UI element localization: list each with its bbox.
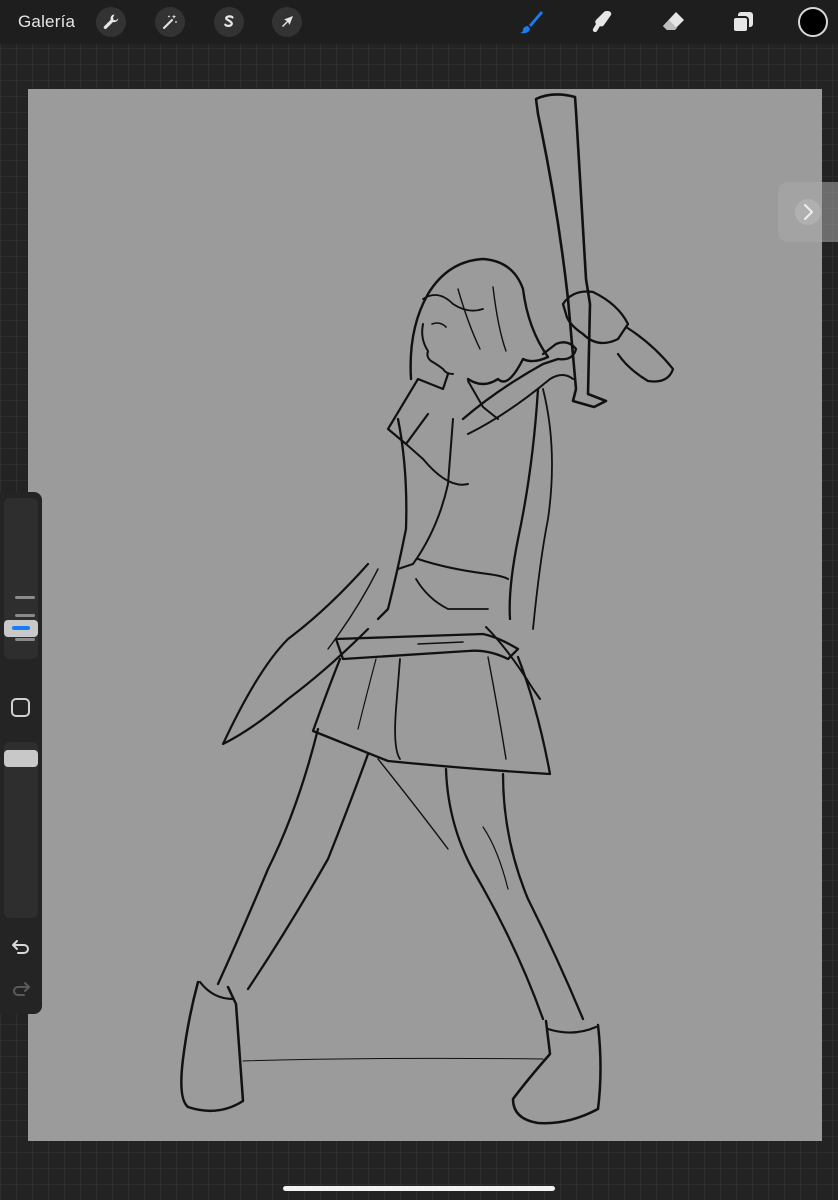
jacket-right — [508, 387, 540, 621]
selection-button[interactable] — [214, 7, 244, 37]
leg-left — [216, 727, 320, 986]
skirt — [311, 655, 552, 776]
smudge-button[interactable] — [586, 6, 618, 38]
sketch-artwork — [180, 93, 675, 1125]
boot-left — [180, 980, 245, 1113]
brush-size-thumb[interactable] — [4, 620, 38, 637]
redo-button[interactable] — [9, 976, 33, 1000]
magic-wand-icon — [163, 14, 177, 29]
undo-button[interactable] — [9, 934, 33, 958]
eraser-button[interactable] — [657, 6, 689, 38]
layers-button[interactable] — [727, 6, 759, 38]
brush-opacity-slider[interactable] — [4, 742, 38, 918]
hair-outline — [409, 257, 550, 386]
boot-right — [511, 1019, 602, 1125]
size-tick — [15, 596, 35, 599]
jacket-left — [376, 417, 408, 621]
side-panel-handle[interactable] — [778, 182, 838, 242]
brush-button[interactable] — [515, 6, 547, 38]
belt — [334, 632, 520, 661]
arrow-cursor-icon — [282, 16, 293, 27]
size-tick — [15, 638, 35, 641]
face-profile — [421, 323, 454, 375]
ground-line — [242, 1057, 544, 1062]
redo-arrow-icon — [13, 982, 30, 996]
color-picker-button[interactable] — [798, 7, 828, 37]
undo-arrow-icon — [12, 940, 29, 954]
eraser-icon — [663, 12, 684, 30]
drawing-canvas[interactable] — [28, 89, 822, 1141]
modify-button[interactable] — [11, 698, 30, 717]
chevron-right-icon — [795, 199, 821, 225]
leg-right — [444, 767, 545, 1021]
hands — [561, 290, 630, 345]
layers-icon — [732, 12, 753, 33]
size-tick — [15, 614, 35, 617]
selection-s-icon — [224, 15, 234, 27]
brush-opacity-thumb[interactable] — [4, 750, 38, 767]
bat-outline — [534, 93, 608, 409]
adjustments-button[interactable] — [155, 7, 185, 37]
wrench-icon — [103, 14, 119, 29]
gallery-button[interactable]: Galería — [18, 10, 75, 34]
brush-icon — [520, 11, 543, 34]
actions-button[interactable] — [96, 7, 126, 37]
arm-right — [461, 341, 578, 421]
smudge-finger-icon — [592, 11, 612, 33]
coat-tail — [221, 562, 370, 746]
home-indicator[interactable] — [283, 1186, 555, 1191]
top-toolbar: Galería — [0, 0, 838, 44]
size-thumb-indicator — [12, 626, 30, 630]
transform-button[interactable] — [272, 7, 302, 37]
